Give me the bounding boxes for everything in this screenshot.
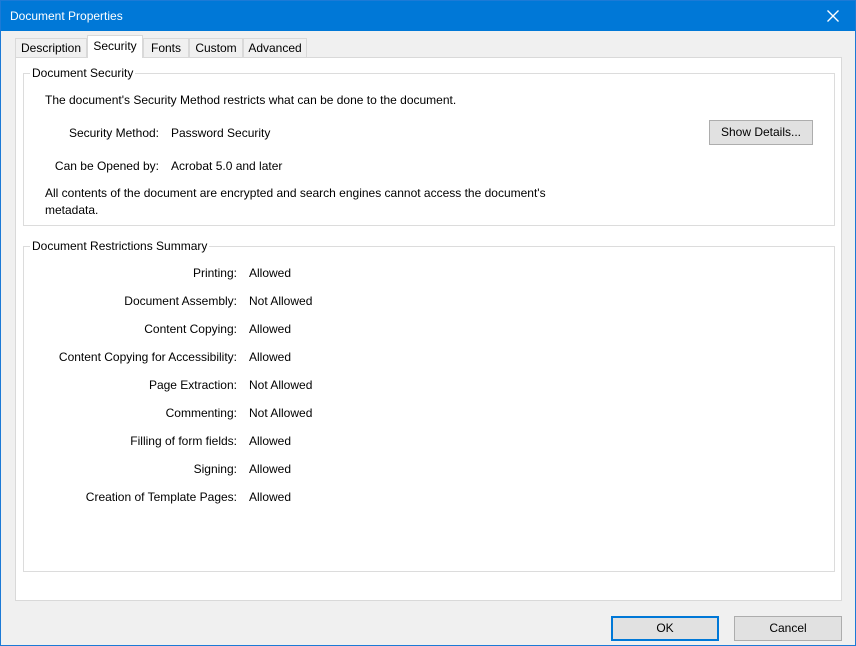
close-button[interactable] (811, 1, 855, 31)
document-properties-dialog: Document Properties Description Security… (0, 0, 856, 646)
show-details-button[interactable]: Show Details... (709, 120, 813, 145)
restriction-value: Allowed (249, 350, 292, 364)
restriction-value: Allowed (249, 490, 292, 504)
can-be-opened-label: Can be Opened by: (54, 159, 159, 173)
restriction-label: Content Copying for Accessibility: (58, 350, 237, 364)
document-security-heading: Document Security (30, 66, 136, 80)
restriction-value: Allowed (249, 266, 292, 280)
tab-advanced[interactable]: Advanced (243, 38, 307, 57)
restriction-label: Filling of form fields: (130, 434, 237, 448)
restriction-label: Commenting: (165, 406, 237, 420)
tab-security[interactable]: Security (87, 35, 143, 58)
restriction-value: Not Allowed (249, 294, 313, 308)
restriction-value: Allowed (249, 462, 292, 476)
window-title: Document Properties (10, 9, 123, 23)
security-method-label: Security Method: (68, 126, 159, 140)
can-be-opened-value: Acrobat 5.0 and later (171, 159, 283, 173)
security-intro-text: The document's Security Method restricts… (45, 93, 457, 107)
restriction-value: Allowed (249, 322, 292, 336)
restriction-label: Signing: (193, 462, 237, 476)
restriction-label: Content Copying: (144, 322, 237, 336)
restriction-label: Page Extraction: (148, 378, 237, 392)
restriction-label: Document Assembly: (124, 294, 237, 308)
cancel-button[interactable]: Cancel (734, 616, 842, 641)
tab-fonts[interactable]: Fonts (143, 38, 189, 57)
restrictions-summary-group: Document Restrictions Summary Printing: … (23, 239, 835, 572)
encryption-note: All contents of the document are encrypt… (45, 186, 546, 217)
close-icon (827, 10, 839, 22)
restriction-value: Not Allowed (249, 378, 313, 392)
security-tab-panel: Document Security The document's Securit… (15, 57, 842, 601)
restrictions-summary-heading: Document Restrictions Summary (30, 239, 210, 253)
security-method-value: Password Security (171, 126, 271, 140)
tab-description[interactable]: Description (15, 38, 87, 57)
ok-button[interactable]: OK (611, 616, 719, 641)
tab-custom[interactable]: Custom (189, 38, 243, 57)
document-security-group: Document Security The document's Securit… (23, 66, 835, 226)
restriction-label: Creation of Template Pages: (85, 490, 237, 504)
title-bar[interactable]: Document Properties (1, 1, 855, 31)
restriction-value: Allowed (249, 434, 292, 448)
restriction-label: Printing: (192, 266, 237, 280)
restriction-value: Not Allowed (249, 406, 313, 420)
